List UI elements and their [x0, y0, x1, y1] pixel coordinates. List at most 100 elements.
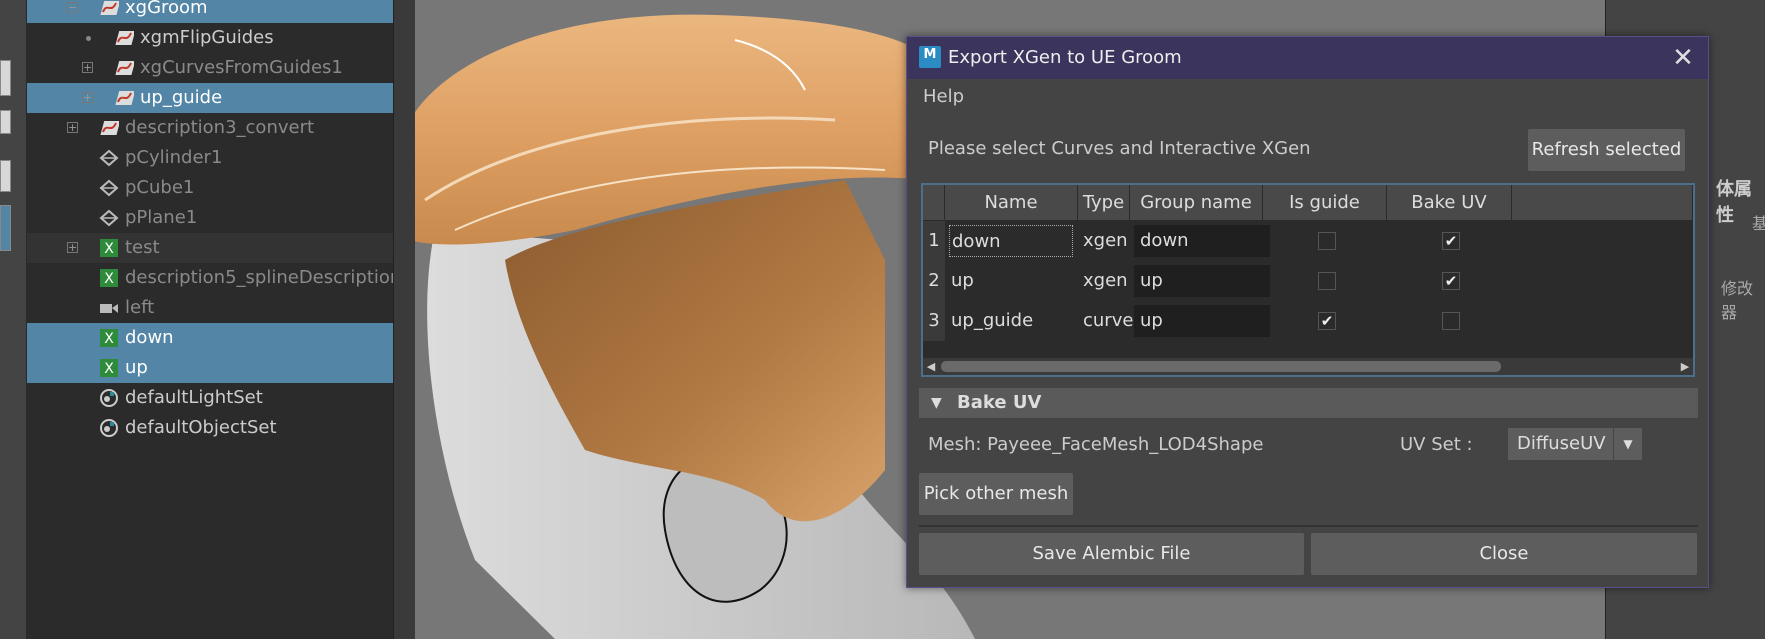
scroll-left-icon[interactable]: ◀ — [923, 358, 939, 375]
set-icon — [99, 418, 119, 438]
attribute-panel-label: 基 — [1752, 214, 1765, 233]
refresh-selected-button[interactable]: Refresh selected — [1528, 129, 1685, 171]
set-icon — [99, 388, 119, 408]
outliner-item[interactable]: Xdown — [27, 323, 393, 353]
row-number: 3 — [923, 301, 945, 341]
tool-button-move[interactable] — [0, 110, 11, 134]
bake-uv-header-label: Bake UV — [957, 392, 1042, 413]
outliner-item[interactable]: + description3_convert — [27, 113, 393, 143]
table-cell-name[interactable]: down — [949, 225, 1073, 257]
bake-uv-checkbox[interactable] — [1442, 312, 1460, 330]
header-bake-uv[interactable]: Bake UV — [1387, 185, 1512, 221]
tool-button-scale[interactable] — [0, 205, 11, 251]
outliner-item[interactable]: xgmFlipGuides — [27, 23, 393, 53]
header-name[interactable]: Name — [945, 185, 1078, 221]
header-is-guide[interactable]: Is guide — [1263, 185, 1387, 221]
row-number: 1 — [923, 221, 945, 261]
svg-text:X: X — [104, 271, 114, 287]
header-group-name[interactable]: Group name — [1130, 185, 1263, 221]
outliner-item[interactable]: left — [27, 293, 393, 323]
curve-icon — [99, 0, 121, 18]
curve-icon — [114, 58, 136, 78]
is-guide-checkbox[interactable] — [1318, 272, 1336, 290]
outliner-item[interactable]: defaultLightSet — [27, 383, 393, 413]
group-name-input[interactable]: up — [1134, 305, 1270, 337]
outliner-item-label: description3_convert — [125, 117, 315, 138]
xgen-icon: X — [99, 238, 119, 258]
outliner-item-label: defaultLightSet — [125, 387, 263, 408]
table-corner — [923, 185, 945, 221]
expand-icon[interactable]: + — [82, 62, 93, 73]
outliner-item-label: test — [125, 237, 160, 258]
instruction-text: Please select Curves and Interactive XGe… — [928, 138, 1311, 159]
collapse-icon[interactable]: − — [67, 2, 78, 13]
menu-help[interactable]: Help — [923, 79, 964, 115]
outliner-item[interactable]: Xdescription5_splineDescription — [27, 263, 401, 293]
scroll-thumb[interactable] — [941, 361, 1501, 372]
table-cell-type: xgen — [1083, 230, 1128, 251]
bake-uv-section-header[interactable]: ▼ Bake UV — [919, 388, 1698, 418]
uvset-dropdown[interactable]: DiffuseUV ▼ — [1508, 428, 1642, 460]
maya-app-icon: M — [919, 46, 941, 68]
table-horizontal-scrollbar[interactable]: ◀ ▶ — [923, 358, 1693, 375]
bake-uv-checkbox[interactable]: ✔ — [1442, 272, 1460, 290]
tool-button-rotate[interactable] — [0, 160, 11, 192]
dialog-title: Export XGen to UE Groom — [948, 47, 1182, 68]
svg-text:X: X — [104, 361, 114, 377]
outliner-scrollbar[interactable] — [393, 0, 416, 639]
expand-icon[interactable]: + — [67, 242, 78, 253]
xgen-icon: X — [99, 328, 119, 348]
outliner-item-label: down — [125, 327, 174, 348]
close-button[interactable]: Close — [1311, 533, 1697, 575]
header-type[interactable]: Type — [1078, 185, 1130, 221]
group-name-input[interactable]: down — [1134, 225, 1270, 257]
is-guide-checkbox[interactable] — [1318, 232, 1336, 250]
outliner-item[interactable]: − xgGroom — [27, 0, 393, 23]
svg-text:X: X — [104, 331, 114, 347]
outliner-item[interactable]: + up_guide — [27, 83, 393, 113]
tool-button-select[interactable] — [0, 60, 11, 96]
close-icon[interactable]: ✕ — [1668, 43, 1698, 73]
chevron-down-icon[interactable]: ▼ — [1613, 428, 1642, 460]
header-filler — [1512, 185, 1693, 221]
table-cell-name[interactable]: up — [949, 265, 1073, 297]
bake-uv-checkbox[interactable]: ✔ — [1442, 232, 1460, 250]
scroll-right-icon[interactable]: ▶ — [1677, 358, 1693, 375]
outliner-item-label: pPlane1 — [125, 207, 198, 228]
group-name-input[interactable]: up — [1134, 265, 1270, 297]
table-cell-type: curve — [1083, 310, 1134, 331]
camera-icon — [99, 298, 119, 318]
mesh-icon — [99, 208, 119, 228]
dialog-titlebar[interactable]: M Export XGen to UE Groom ✕ — [907, 37, 1708, 79]
collapse-triangle-icon[interactable]: ▼ — [931, 388, 942, 418]
outliner-item-label: description5_splineDescription — [125, 267, 402, 288]
outliner-item[interactable]: defaultObjectSet — [27, 413, 393, 443]
tool-strip — [0, 0, 27, 639]
outliner-item[interactable]: Xup — [27, 353, 393, 383]
export-dialog: M Export XGen to UE Groom ✕ Help Please … — [906, 36, 1709, 588]
is-guide-checkbox[interactable]: ✔ — [1318, 312, 1336, 330]
menu-bar: Help — [907, 79, 1708, 115]
outliner-item-label: xgCurvesFromGuides1 — [140, 57, 343, 78]
outliner-item-label: pCube1 — [125, 177, 195, 198]
outliner-item[interactable]: pPlane1 — [27, 203, 393, 233]
outliner-item[interactable]: + Xtest — [27, 233, 393, 263]
outliner-item[interactable]: pCube1 — [27, 173, 393, 203]
selection-table: Name Type Group name Is guide Bake UV 1d… — [921, 183, 1695, 377]
curve-icon — [114, 28, 136, 48]
expand-icon[interactable]: + — [67, 122, 78, 133]
save-alembic-button[interactable]: Save Alembic File — [919, 533, 1304, 575]
mesh-icon — [99, 148, 119, 168]
expand-icon[interactable]: + — [82, 92, 93, 103]
table-cell-type: xgen — [1083, 270, 1128, 291]
curve-icon — [99, 118, 121, 138]
outliner-item-label: left — [125, 297, 155, 318]
outliner-item[interactable]: + xgCurvesFromGuides1 — [27, 53, 393, 83]
outliner-item-label: up_guide — [140, 87, 223, 108]
mesh-icon — [99, 178, 119, 198]
outliner-item[interactable]: pCylinder1 — [27, 143, 393, 173]
xgen-icon: X — [99, 268, 119, 288]
pick-other-mesh-button[interactable]: Pick other mesh — [919, 473, 1073, 515]
outliner-item-label: xgmFlipGuides — [140, 27, 274, 48]
table-cell-name[interactable]: up_guide — [949, 305, 1073, 337]
